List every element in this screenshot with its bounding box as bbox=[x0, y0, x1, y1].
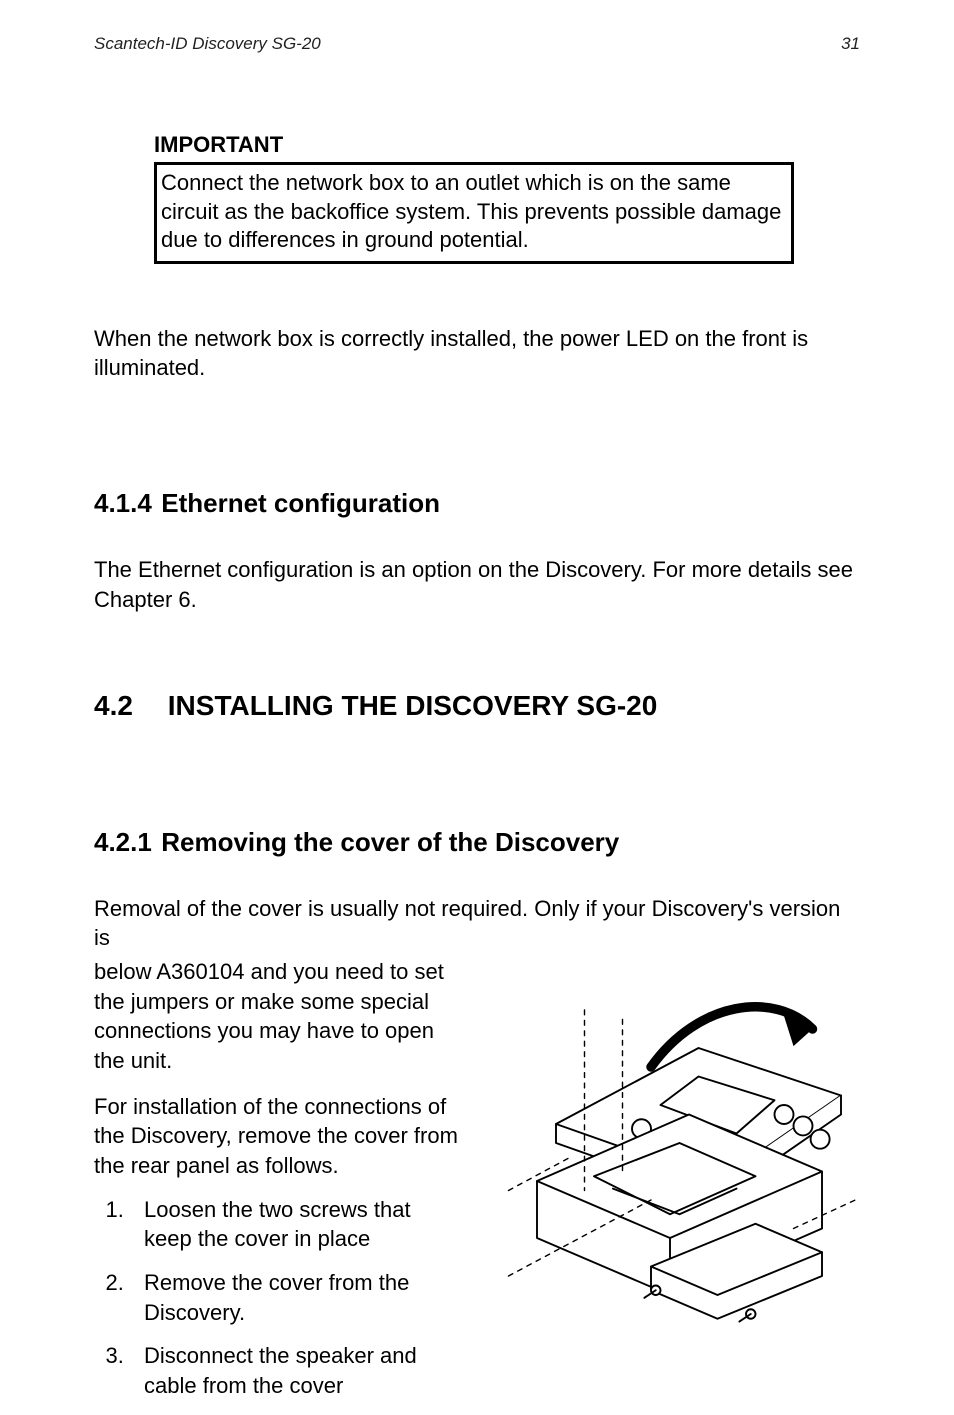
step-item: Remove the cover from the Discovery. bbox=[130, 1268, 460, 1327]
important-box: Connect the network box to an outlet whi… bbox=[154, 162, 794, 264]
important-block: IMPORTANT Connect the network box to an … bbox=[154, 132, 794, 264]
heading-4-2-1: 4.2.1 Removing the cover of the Discover… bbox=[94, 827, 860, 858]
page-header: Scantech-ID Discovery SG-20 31 bbox=[94, 34, 860, 54]
section-4-2-1-intro-rest: below A360104 and you need to set the ju… bbox=[94, 957, 460, 1076]
discovery-remove-cover-illustration bbox=[480, 953, 860, 1333]
step-item: Disconnect the speaker and cable from th… bbox=[130, 1341, 460, 1400]
heading-title: Removing the cover of the Discovery bbox=[161, 827, 619, 857]
heading-number: 4.2 bbox=[94, 690, 160, 722]
important-title: IMPORTANT bbox=[154, 132, 794, 158]
steps-list: Loosen the two screws that keep the cove… bbox=[94, 1195, 460, 1401]
heading-4-2: 4.2 INSTALLING THE DISCOVERY SG-20 bbox=[94, 690, 860, 722]
step-item: Loosen the two screws that keep the cove… bbox=[130, 1195, 460, 1254]
section-4-1-4-body: The Ethernet configuration is an option … bbox=[94, 555, 860, 614]
section-4-2-1-intro-line1: Removal of the cover is usually not requ… bbox=[94, 894, 860, 953]
document-page: Scantech-ID Discovery SG-20 31 IMPORTANT… bbox=[0, 0, 954, 1352]
heading-number: 4.2.1 bbox=[94, 827, 154, 858]
heading-number: 4.1.4 bbox=[94, 488, 154, 519]
header-page-number: 31 bbox=[841, 34, 860, 54]
header-left: Scantech-ID Discovery SG-20 bbox=[94, 34, 321, 54]
section-4-2-1-para2: For installation of the connections of t… bbox=[94, 1092, 460, 1181]
two-column-layout: below A360104 and you need to set the ju… bbox=[94, 953, 860, 1415]
heading-title: Ethernet configuration bbox=[161, 488, 440, 518]
post-important-paragraph: When the network box is correctly instal… bbox=[94, 324, 860, 383]
heading-title: INSTALLING THE DISCOVERY SG-20 bbox=[168, 690, 658, 721]
heading-4-1-4: 4.1.4 Ethernet configuration bbox=[94, 488, 860, 519]
left-column: below A360104 and you need to set the ju… bbox=[94, 953, 460, 1415]
right-column bbox=[480, 953, 860, 1333]
